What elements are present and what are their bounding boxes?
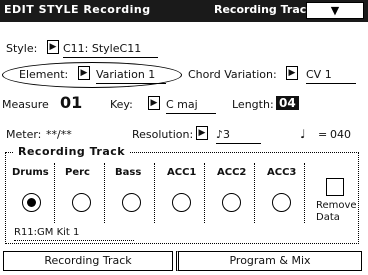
arrow-right-icon: ▶ (198, 128, 206, 138)
track-column-bass[interactable]: Bass (105, 163, 155, 223)
resolution-arrow-button[interactable]: ▶ (196, 126, 208, 140)
element-label: Element: (19, 68, 69, 81)
remove-data-label: Remove Data (316, 200, 357, 223)
measure-label: Measure (2, 98, 49, 111)
track-label: Perc (65, 167, 90, 178)
page-title: EDIT STYLE Recording (4, 3, 151, 16)
menu-dropdown-button[interactable]: ▼ (306, 2, 364, 19)
element-underline (96, 83, 166, 84)
key-value[interactable]: C maj (166, 98, 198, 111)
measure-value[interactable]: 01 (60, 93, 82, 112)
arrow-right-icon: ▶ (288, 68, 296, 78)
style-value[interactable]: C11: StyleC11 (63, 42, 141, 55)
key-underline (166, 113, 216, 114)
track-columns: Drums Perc Bass ACC1 ACC2 ACC3 (5, 163, 305, 223)
chord-variation-arrow-button[interactable]: ▶ (286, 66, 298, 80)
track-column-acc2[interactable]: ACC2 (205, 163, 255, 223)
track-radio-acc3[interactable] (272, 193, 291, 212)
meter-value: **/** (46, 128, 72, 141)
track-label: Bass (115, 167, 142, 178)
element-value[interactable]: Variation 1 (96, 68, 155, 81)
track-label: Drums (12, 167, 49, 178)
tab-program-mix[interactable]: Program & Mix (176, 251, 362, 271)
track-radio-drums[interactable] (22, 193, 41, 212)
radio-selected-dot (27, 198, 36, 207)
status-underline (14, 240, 134, 241)
element-arrow-button[interactable]: ▶ (78, 66, 90, 80)
tempo-value[interactable]: 040 (330, 128, 351, 141)
tab-recording-track[interactable]: Recording Track (3, 251, 173, 271)
tab-label: Program & Mix (229, 254, 311, 267)
chord-variation-underline (306, 83, 356, 84)
resolution-underline (216, 143, 261, 144)
track-radio-perc[interactable] (72, 193, 91, 212)
key-label: Key: (110, 98, 133, 111)
resolution-label: Resolution: (132, 128, 194, 141)
key-arrow-button[interactable]: ▶ (148, 96, 160, 110)
tempo-equals: = (318, 128, 328, 141)
arrow-right-icon: ▶ (150, 98, 158, 108)
mode-title: Recording Track (214, 3, 314, 16)
track-label: ACC3 (267, 167, 297, 178)
chevron-down-icon: ▼ (330, 4, 340, 17)
chord-variation-label: Chord Variation: (188, 68, 277, 81)
style-label: Style: (6, 42, 38, 55)
track-column-perc[interactable]: Perc (55, 163, 105, 223)
track-label: ACC2 (217, 167, 247, 178)
style-arrow-button[interactable]: ▶ (47, 40, 59, 54)
remove-data-checkbox[interactable] (326, 178, 344, 196)
track-label: ACC1 (167, 167, 197, 178)
meter-label: Meter: (6, 128, 42, 141)
resolution-value[interactable]: ♪3 (216, 128, 230, 141)
style-underline (63, 57, 158, 58)
track-column-acc1[interactable]: ACC1 (155, 163, 205, 223)
status-text: R11:GM Kit 1 (14, 227, 80, 238)
arrow-right-icon: ▶ (80, 68, 88, 78)
tab-label: Recording Track (44, 254, 132, 267)
length-value[interactable]: 04 (276, 96, 299, 110)
track-radio-bass[interactable] (122, 193, 141, 212)
recording-track-title: Recording Track (14, 145, 130, 158)
title-bar: EDIT STYLE Recording Recording Track ▼ (0, 0, 368, 22)
track-column-acc3[interactable]: ACC3 (255, 163, 305, 223)
track-radio-acc1[interactable] (172, 193, 191, 212)
chord-variation-value[interactable]: CV 1 (306, 68, 332, 81)
length-label: Length: (232, 98, 274, 111)
arrow-right-icon: ▶ (49, 42, 57, 52)
quarter-note-icon: ♩ (300, 127, 306, 141)
track-column-drums[interactable]: Drums (5, 163, 55, 223)
track-radio-acc2[interactable] (222, 193, 241, 212)
